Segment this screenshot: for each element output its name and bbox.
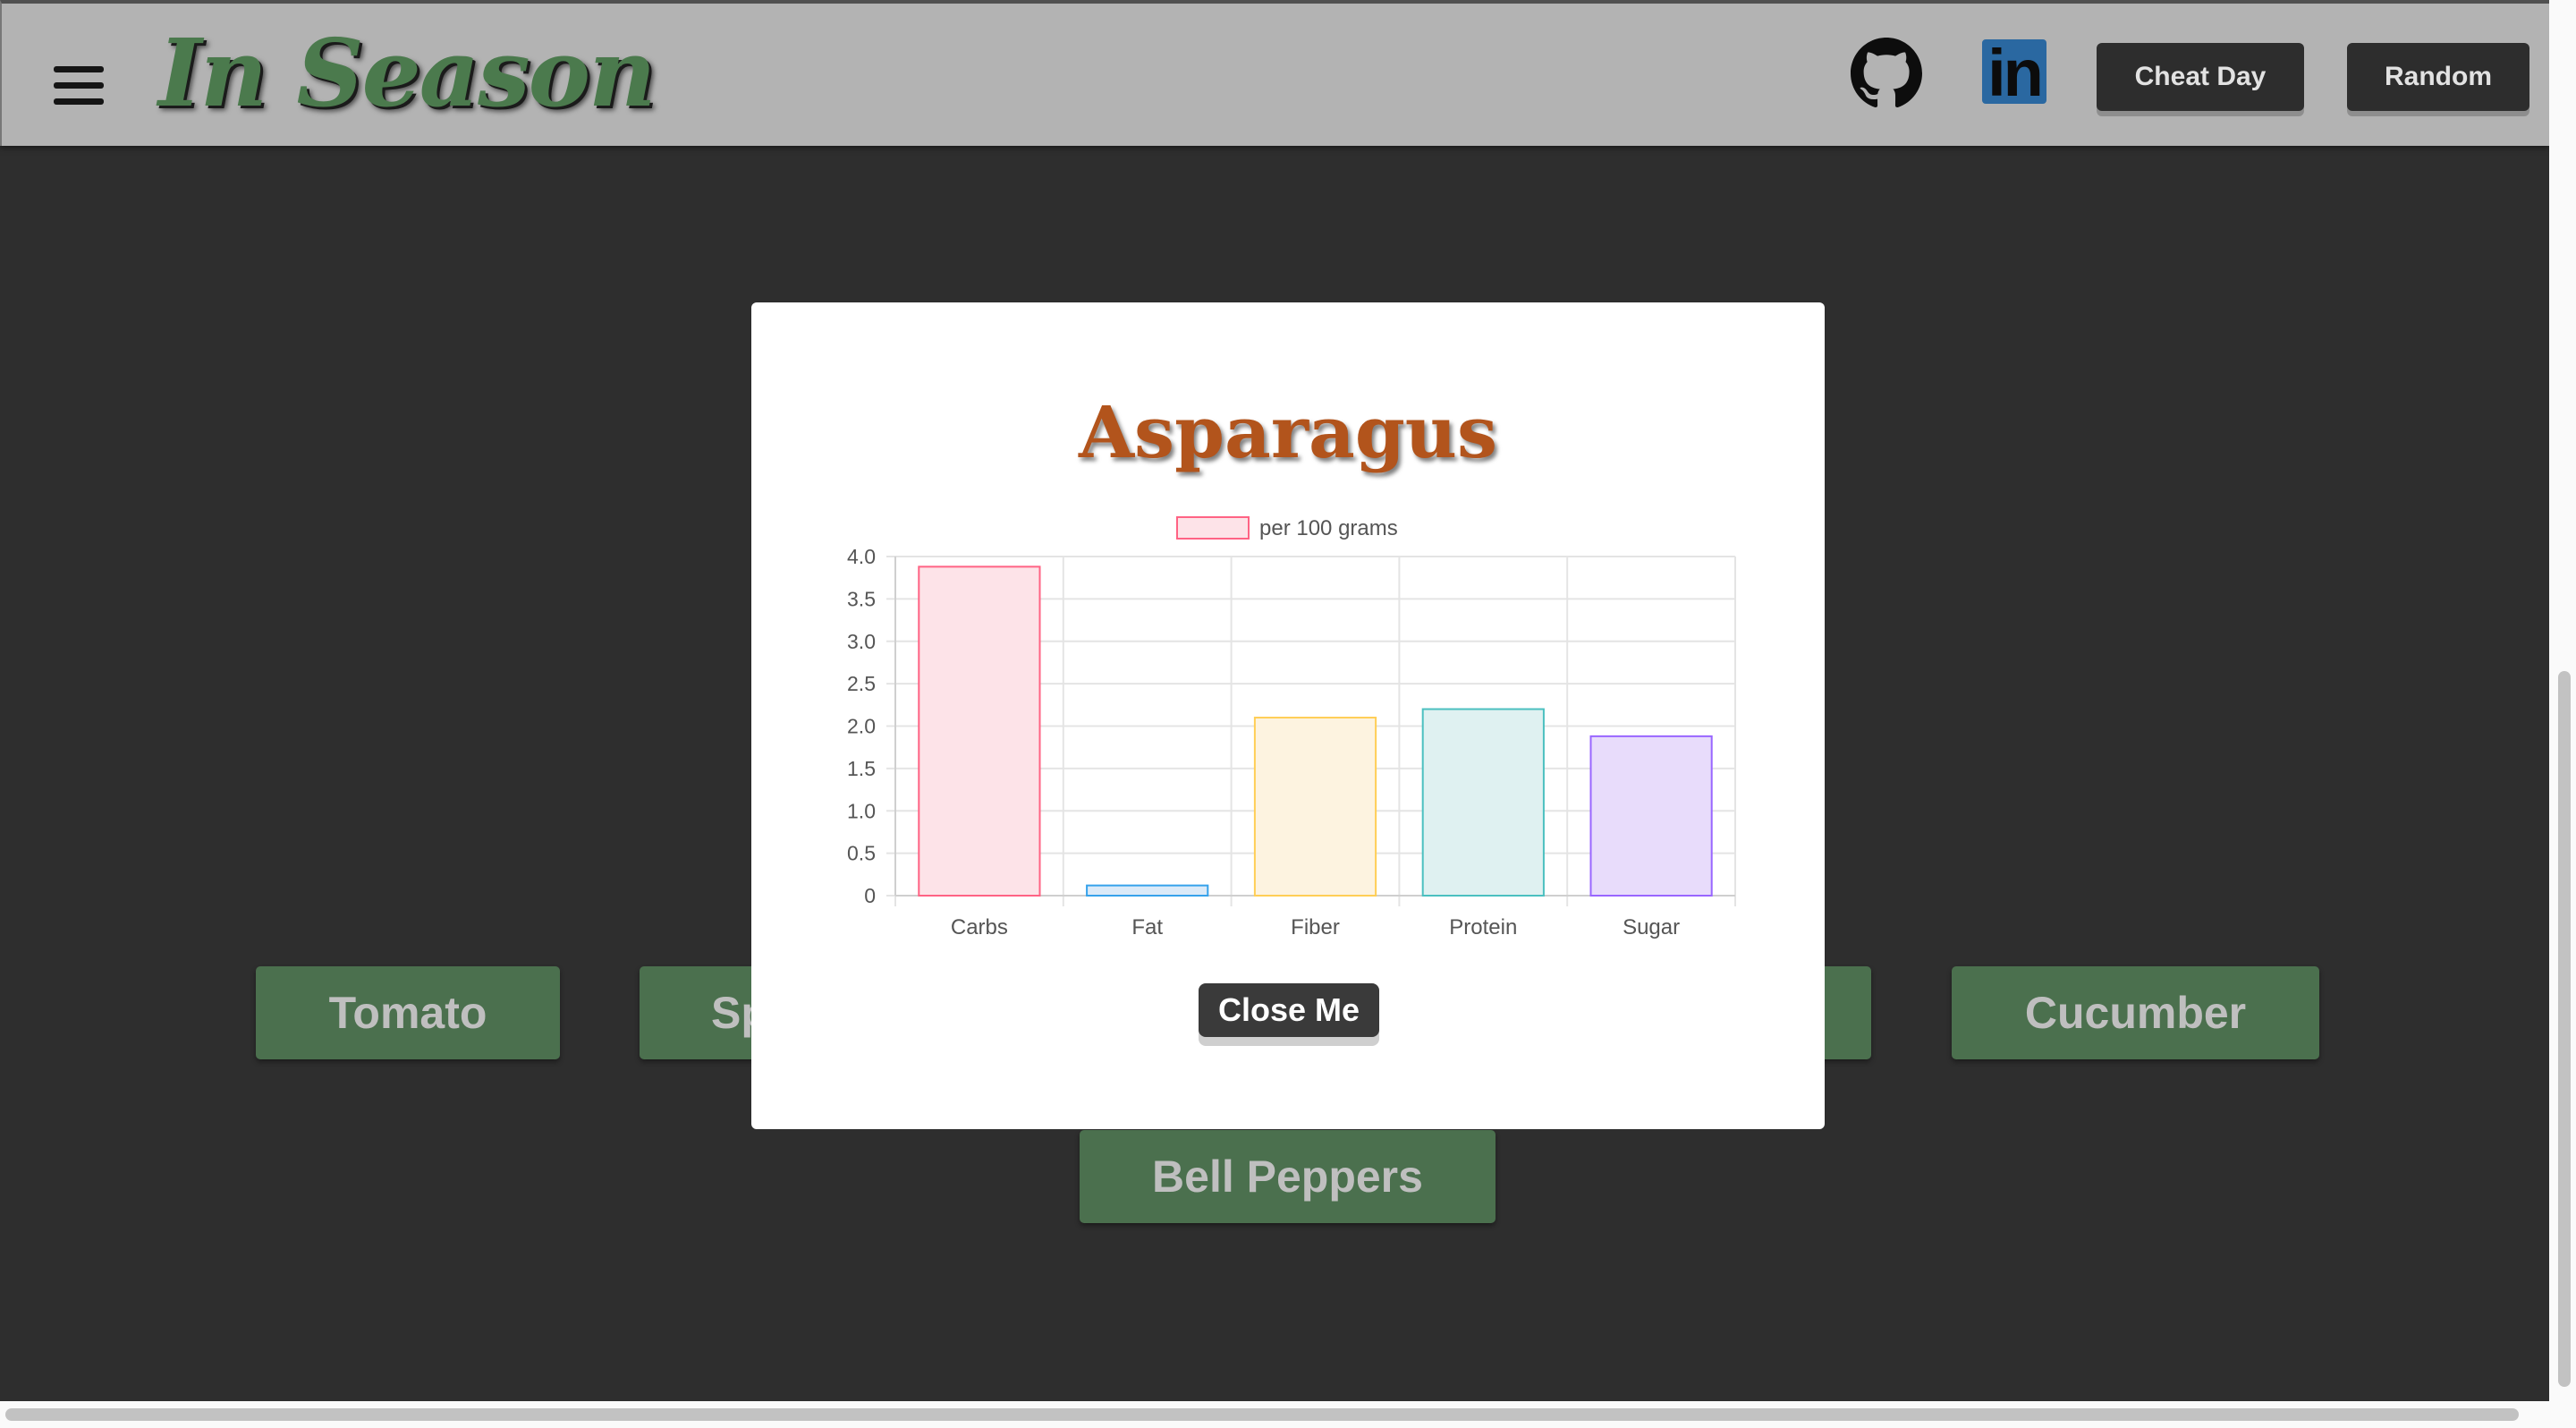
random-button[interactable]: Random bbox=[2347, 43, 2529, 111]
y-tick-label: 2.0 bbox=[847, 715, 876, 738]
cheat-day-button[interactable]: Cheat Day bbox=[2097, 43, 2304, 111]
legend-label: per 100 grams bbox=[1259, 516, 1398, 540]
x-tick-label: Protein bbox=[1449, 915, 1517, 939]
nutrition-modal: Asparagus 0 0.5 1.0 1.5 2.0 2.5 3.0 3.5 4.0 Carbs… bbox=[751, 302, 1825, 1129]
y-tick-label: 0 bbox=[864, 884, 876, 907]
y-tick-label: 3.5 bbox=[847, 587, 876, 610]
nutrition-bar-chart: 0 0.5 1.0 1.5 2.0 2.5 3.0 3.5 4.0 Carbs Fat Fiber Pr… bbox=[847, 516, 1736, 939]
x-tick-label: Fiber bbox=[1291, 915, 1340, 939]
modal-title: Asparagus bbox=[1078, 390, 1497, 474]
x-tick-label: Fat bbox=[1131, 915, 1163, 939]
top-navbar: In Season in Cheat Day Random bbox=[0, 0, 2549, 146]
produce-button-tomato[interactable]: Tomato bbox=[256, 966, 560, 1059]
linkedin-icon[interactable]: in bbox=[1982, 39, 2046, 107]
produce-button-cucumber[interactable]: Cucumber bbox=[1952, 966, 2319, 1059]
horizontal-scrollbar-thumb[interactable] bbox=[5, 1408, 2519, 1421]
legend-swatch bbox=[1176, 516, 1250, 540]
chart-legend: per 100 grams bbox=[1176, 516, 1398, 540]
x-tick-label: Sugar bbox=[1623, 915, 1680, 939]
y-tick-label: 4.0 bbox=[847, 545, 876, 568]
bar-carbs bbox=[918, 565, 1041, 897]
menu-line bbox=[54, 98, 104, 105]
close-modal-button[interactable]: Close Me bbox=[1199, 983, 1379, 1037]
y-tick-label: 1.5 bbox=[847, 757, 876, 780]
bar-protein bbox=[1421, 708, 1545, 897]
chart-bars bbox=[918, 565, 1713, 897]
bar-sugar bbox=[1589, 735, 1713, 897]
x-tick-label: Carbs bbox=[951, 915, 1008, 939]
y-tick-label: 3.0 bbox=[847, 630, 876, 653]
y-tick-label: 1.0 bbox=[847, 799, 876, 822]
site-logo[interactable]: In Season bbox=[158, 18, 657, 128]
y-tick-label: 2.5 bbox=[847, 672, 876, 695]
menu-line bbox=[54, 82, 104, 89]
vertical-scrollbar-thumb[interactable] bbox=[2558, 671, 2571, 1387]
github-icon[interactable] bbox=[1851, 38, 1922, 109]
bar-fiber bbox=[1253, 717, 1377, 897]
hamburger-menu-icon[interactable] bbox=[54, 66, 104, 106]
bar-fat bbox=[1086, 884, 1209, 897]
y-tick-label: 0.5 bbox=[847, 842, 876, 865]
menu-line bbox=[54, 66, 104, 72]
produce-button-bell-peppers[interactable]: Bell Peppers bbox=[1080, 1130, 1496, 1223]
